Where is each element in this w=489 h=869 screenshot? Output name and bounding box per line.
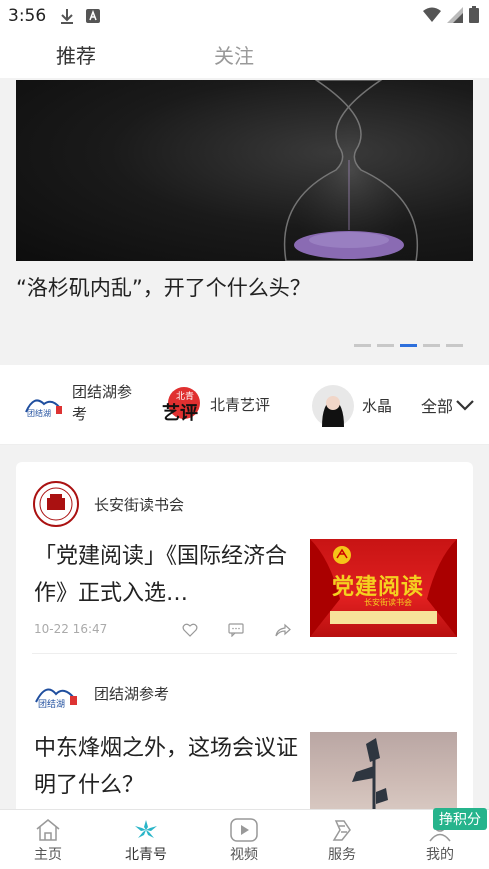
wifi-icon <box>423 7 441 22</box>
article-timestamp: 10-22 16:47 <box>34 622 108 636</box>
view-all-label: 全部 <box>421 397 454 416</box>
banner-carousel[interactable]: “洛杉矶内乱”，开了个什么头？ <box>0 78 489 365</box>
nav-label: 主页 <box>34 847 62 863</box>
share-icon[interactable] <box>275 623 291 637</box>
nav-beiqing-hao[interactable]: 北青号 <box>116 818 176 864</box>
bottom-nav-bar: 主页 北青号 视频 服务 我的 挣积分 <box>0 808 489 869</box>
service-icon <box>332 820 351 841</box>
followed-account-label: 北青艺评 <box>210 396 271 414</box>
source-name: 长安街读书会 <box>94 495 185 514</box>
banner-title[interactable]: “洛杉矶内乱”，开了个什么头？ <box>16 272 311 302</box>
status-time: 3:56 <box>8 6 47 26</box>
thumbnail-subtitle: 长安街读书会 <box>364 598 412 607</box>
article-source[interactable]: 团结湖 团结湖参考 <box>34 676 169 710</box>
carousel-dot <box>377 344 394 347</box>
article-thumbnail[interactable] <box>310 732 457 812</box>
nav-video[interactable]: 视频 <box>214 818 274 864</box>
carousel-dot <box>446 344 463 347</box>
status-bar: 3:56 <box>0 0 489 32</box>
nav-label: 服务 <box>328 847 356 863</box>
followed-accounts-row: 团结湖 团结湖参 考 艺评 北青 北青艺评 水晶 全部 <box>0 365 489 445</box>
followed-account-tuanjiehu[interactable]: 团结湖 团结湖参 考 <box>24 381 144 425</box>
nav-label: 视频 <box>230 847 258 863</box>
beiqing-yiping-logo-icon: 艺评北青 <box>162 387 200 424</box>
svg-text:团结湖: 团结湖 <box>38 698 65 710</box>
article-thumbnail[interactable]: 党建阅读 长安街读书会 <box>310 539 457 637</box>
home-icon <box>36 819 60 841</box>
app-notification-icon <box>86 9 101 23</box>
nav-home[interactable]: 主页 <box>18 818 78 864</box>
article-title[interactable]: 「党建阅读」《国际经济合作》正式入选… <box>34 538 300 612</box>
chevron-down-icon <box>456 400 474 411</box>
followed-account-label: 水晶 <box>362 397 393 415</box>
article-feed-card: 长安街读书会 「党建阅读」《国际经济合作》正式入选… 10-22 16:47 党… <box>16 462 473 812</box>
followed-account-label: 团结湖参 <box>72 383 133 401</box>
tuanjiehu-logo-icon: 团结湖 <box>35 688 77 710</box>
tuanjiehu-logo-icon: 团结湖 <box>25 399 62 418</box>
svg-text:艺评: 艺评 <box>162 402 198 424</box>
source-name: 团结湖参考 <box>94 684 170 703</box>
divider <box>32 653 457 654</box>
nav-label: 我的 <box>426 847 454 863</box>
tab-recommend[interactable]: 推荐 <box>56 40 96 69</box>
avatar <box>312 385 354 427</box>
svg-text:北青: 北青 <box>176 390 194 402</box>
comment-icon[interactable] <box>228 623 244 637</box>
svg-text:团结湖: 团结湖 <box>27 408 51 418</box>
like-icon[interactable] <box>182 623 198 637</box>
nav-service[interactable]: 服务 <box>312 818 372 864</box>
followed-account-label-cont: 考 <box>72 405 88 423</box>
top-tab-bar: 推荐 关注 <box>0 32 489 78</box>
banner-image[interactable] <box>16 80 473 261</box>
video-play-icon <box>230 818 258 842</box>
tab-following[interactable]: 关注 <box>214 40 254 69</box>
beiqing-hao-icon <box>135 820 157 838</box>
carousel-dot-active <box>400 344 417 347</box>
changan-reading-club-logo-icon <box>33 481 79 527</box>
download-icon <box>61 9 74 24</box>
article-title[interactable]: 中东烽烟之外，这场会议证明了什么？ <box>34 730 300 804</box>
nav-label: 北青号 <box>125 847 167 863</box>
battery-icon <box>469 6 479 23</box>
article-source[interactable]: 长安街读书会 <box>32 480 184 528</box>
view-all-button[interactable]: 全部 <box>421 393 475 417</box>
signal-icon <box>447 6 463 23</box>
carousel-dot <box>423 344 440 347</box>
points-badge[interactable]: 挣积分 <box>433 808 487 830</box>
followed-account-beiqing-yiping[interactable]: 艺评 北青 北青艺评 <box>160 385 270 425</box>
carousel-dot <box>354 344 371 347</box>
carousel-indicator <box>354 344 463 347</box>
followed-account-shuijing[interactable]: 水晶 <box>312 385 392 427</box>
